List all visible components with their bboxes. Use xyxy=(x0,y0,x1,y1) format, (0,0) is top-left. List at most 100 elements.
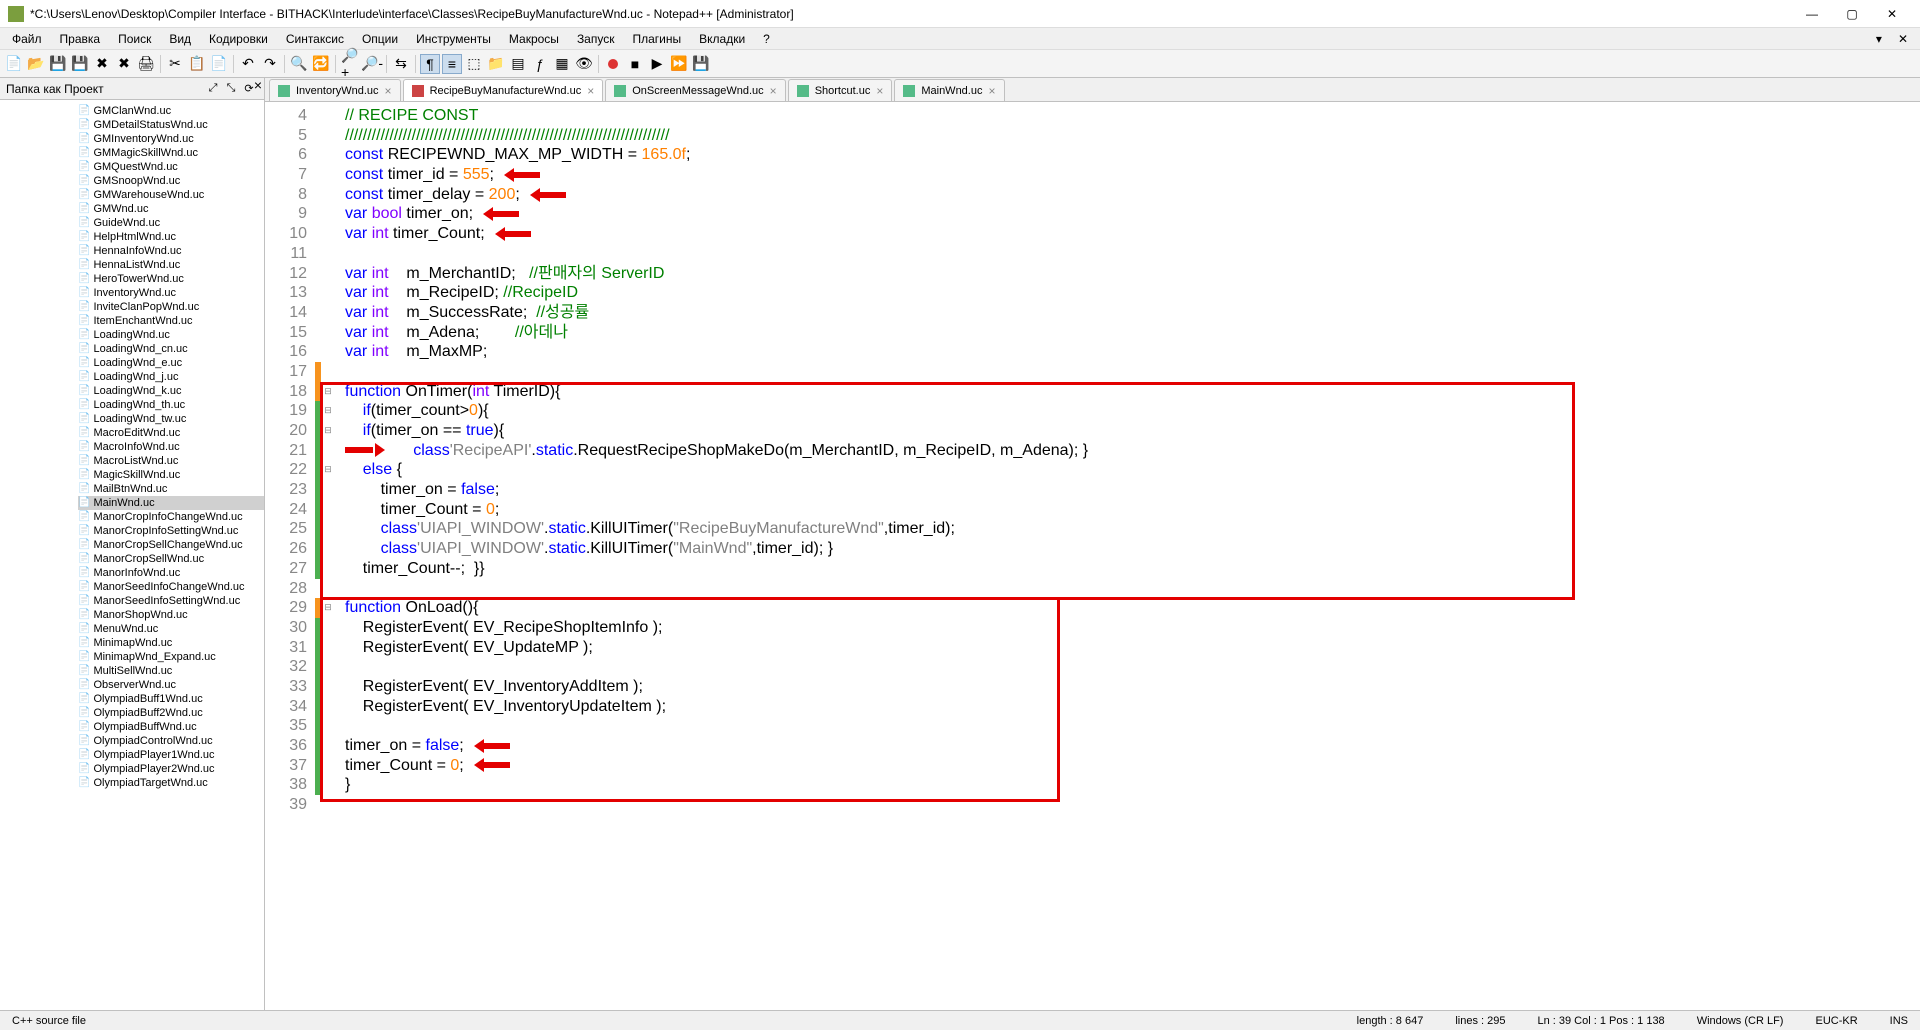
tree-file[interactable]: MagicSkillWnd.uc xyxy=(78,468,264,482)
tree-file[interactable]: HennaInfoWnd.uc xyxy=(78,244,264,258)
tree-file[interactable]: ManorShopWnd.uc xyxy=(78,608,264,622)
tree-file[interactable]: GMWnd.uc xyxy=(78,202,264,216)
code-lines[interactable]: // RECIPE CONST/////////////////////////… xyxy=(335,102,1088,819)
find-icon[interactable]: 🔍 xyxy=(289,54,309,74)
tree-file[interactable]: ManorCropInfoSettingWnd.uc xyxy=(78,524,264,538)
close-panel-icon[interactable]: × xyxy=(254,77,262,93)
tab-close-icon[interactable]: × xyxy=(587,84,594,98)
stop-icon[interactable]: ■ xyxy=(625,54,645,74)
menu-dropdown-icon[interactable]: ▾ xyxy=(1868,30,1890,48)
tree-file[interactable]: GMDetailStatusWnd.uc xyxy=(78,118,264,132)
tree-file[interactable]: MainWnd.uc xyxy=(78,496,264,510)
monitor-icon[interactable]: 👁 xyxy=(574,54,594,74)
collapse-all-icon[interactable]: ⤡ xyxy=(222,81,240,97)
doc-list-icon[interactable]: ▦ xyxy=(552,54,572,74)
doc-map-icon[interactable]: ▤ xyxy=(508,54,528,74)
show-all-chars-icon[interactable]: ≡ xyxy=(442,54,462,74)
copy-icon[interactable]: 📋 xyxy=(187,54,207,74)
editor-tab[interactable]: OnScreenMessageWnd.uc× xyxy=(605,79,785,101)
indent-guide-icon[interactable]: ⬚ xyxy=(464,54,484,74)
editor-tab[interactable]: InventoryWnd.uc× xyxy=(269,79,401,101)
menu-item[interactable]: Поиск xyxy=(110,30,159,48)
fold-column[interactable]: ⊟⊟⊟⊟⊟ xyxy=(321,102,335,819)
play-icon[interactable]: ▶ xyxy=(647,54,667,74)
save-all-icon[interactable]: 💾 xyxy=(70,54,90,74)
tree-file[interactable]: LoadingWnd_e.uc xyxy=(78,356,264,370)
tree-file[interactable]: ManorSeedInfoChangeWnd.uc xyxy=(78,580,264,594)
tree-file[interactable]: LoadingWnd_cn.uc xyxy=(78,342,264,356)
tab-close-icon[interactable]: × xyxy=(385,84,392,98)
tree-file[interactable]: MultiSellWnd.uc xyxy=(78,664,264,678)
tree-file[interactable]: OlympiadBuff1Wnd.uc xyxy=(78,692,264,706)
sync-icon[interactable]: ⇆ xyxy=(391,54,411,74)
print-icon[interactable]: 🖨 xyxy=(136,54,156,74)
expand-all-icon[interactable]: ⤢ xyxy=(204,81,222,97)
open-file-icon[interactable]: 📂 xyxy=(26,54,46,74)
record-icon[interactable] xyxy=(603,54,623,74)
tab-close-icon[interactable]: × xyxy=(876,84,883,98)
menu-item[interactable]: Кодировки xyxy=(201,30,276,48)
tree-file[interactable]: ManorCropInfoChangeWnd.uc xyxy=(78,510,264,524)
paste-icon[interactable]: 📄 xyxy=(209,54,229,74)
tree-file[interactable]: LoadingWnd_th.uc xyxy=(78,398,264,412)
tree-file[interactable]: LoadingWnd_tw.uc xyxy=(78,412,264,426)
menu-item[interactable]: Запуск xyxy=(569,30,623,48)
tree-file[interactable]: GMInventoryWnd.uc xyxy=(78,132,264,146)
folder-icon[interactable]: 📁 xyxy=(486,54,506,74)
tree-file[interactable]: ManorSeedInfoSettingWnd.uc xyxy=(78,594,264,608)
tree-file[interactable]: MailBtnWnd.uc xyxy=(78,482,264,496)
maximize-button[interactable]: ▢ xyxy=(1832,2,1872,26)
code-editor[interactable]: 4567891011121314151617181920212223242526… xyxy=(265,102,1920,1010)
tree-file[interactable]: ItemEnchantWnd.uc xyxy=(78,314,264,328)
tree-file[interactable]: LoadingWnd.uc xyxy=(78,328,264,342)
tree-file[interactable]: MacroInfoWnd.uc xyxy=(78,440,264,454)
tree-file[interactable]: LoadingWnd_k.uc xyxy=(78,384,264,398)
editor-tab[interactable]: RecipeBuyManufactureWnd.uc× xyxy=(403,79,604,101)
replace-icon[interactable]: 🔁 xyxy=(311,54,331,74)
tree-file[interactable]: InventoryWnd.uc xyxy=(78,286,264,300)
file-tree[interactable]: GMClanWnd.ucGMDetailStatusWnd.ucGMInvent… xyxy=(0,100,264,1010)
editor-tab[interactable]: Shortcut.uc× xyxy=(788,79,893,101)
tree-file[interactable]: OlympiadBuffWnd.uc xyxy=(78,720,264,734)
tree-file[interactable]: MacroListWnd.uc xyxy=(78,454,264,468)
tree-file[interactable]: GMSnoopWnd.uc xyxy=(78,174,264,188)
wordwrap-icon[interactable]: ¶ xyxy=(420,54,440,74)
tree-file[interactable]: GuideWnd.uc xyxy=(78,216,264,230)
tree-file[interactable]: GMWarehouseWnd.uc xyxy=(78,188,264,202)
menu-item[interactable]: Плагины xyxy=(624,30,689,48)
menu-item[interactable]: Инструменты xyxy=(408,30,499,48)
tree-file[interactable]: ManorInfoWnd.uc xyxy=(78,566,264,580)
tree-file[interactable]: MacroEditWnd.uc xyxy=(78,426,264,440)
tree-file[interactable]: ObserverWnd.uc xyxy=(78,678,264,692)
menu-item[interactable]: Опции xyxy=(354,30,406,48)
menu-item[interactable]: Синтаксис xyxy=(278,30,352,48)
tree-file[interactable]: HeroTowerWnd.uc xyxy=(78,272,264,286)
menu-item[interactable]: Вид xyxy=(161,30,199,48)
zoom-out-icon[interactable]: 🔎- xyxy=(362,54,382,74)
tree-file[interactable]: OlympiadPlayer2Wnd.uc xyxy=(78,762,264,776)
tree-file[interactable]: OlympiadPlayer1Wnd.uc xyxy=(78,748,264,762)
menu-item[interactable]: Вкладки xyxy=(691,30,753,48)
save-macro-icon[interactable]: 💾 xyxy=(691,54,711,74)
playloop-icon[interactable]: ⏩ xyxy=(669,54,689,74)
save-icon[interactable]: 💾 xyxy=(48,54,68,74)
undo-icon[interactable]: ↶ xyxy=(238,54,258,74)
menu-item[interactable]: Файл xyxy=(4,30,50,48)
tab-close-icon[interactable]: × xyxy=(770,84,777,98)
tree-file[interactable]: ManorCropSellWnd.uc xyxy=(78,552,264,566)
tree-file[interactable]: OlympiadBuff2Wnd.uc xyxy=(78,706,264,720)
menu-item[interactable]: Макросы xyxy=(501,30,567,48)
tab-close-icon[interactable]: × xyxy=(988,84,995,98)
new-file-icon[interactable]: 📄 xyxy=(4,54,24,74)
close-button[interactable]: ✕ xyxy=(1872,2,1912,26)
func-list-icon[interactable]: ƒ xyxy=(530,54,550,74)
tree-file[interactable]: GMMagicSkillWnd.uc xyxy=(78,146,264,160)
tree-file[interactable]: LoadingWnd_j.uc xyxy=(78,370,264,384)
close-file-icon[interactable]: ✖ xyxy=(92,54,112,74)
tree-file[interactable]: MinimapWnd.uc xyxy=(78,636,264,650)
minimize-button[interactable]: — xyxy=(1792,2,1832,26)
cut-icon[interactable]: ✂ xyxy=(165,54,185,74)
tree-file[interactable]: MinimapWnd_Expand.uc xyxy=(78,650,264,664)
tree-file[interactable]: InviteClanPopWnd.uc xyxy=(78,300,264,314)
redo-icon[interactable]: ↷ xyxy=(260,54,280,74)
